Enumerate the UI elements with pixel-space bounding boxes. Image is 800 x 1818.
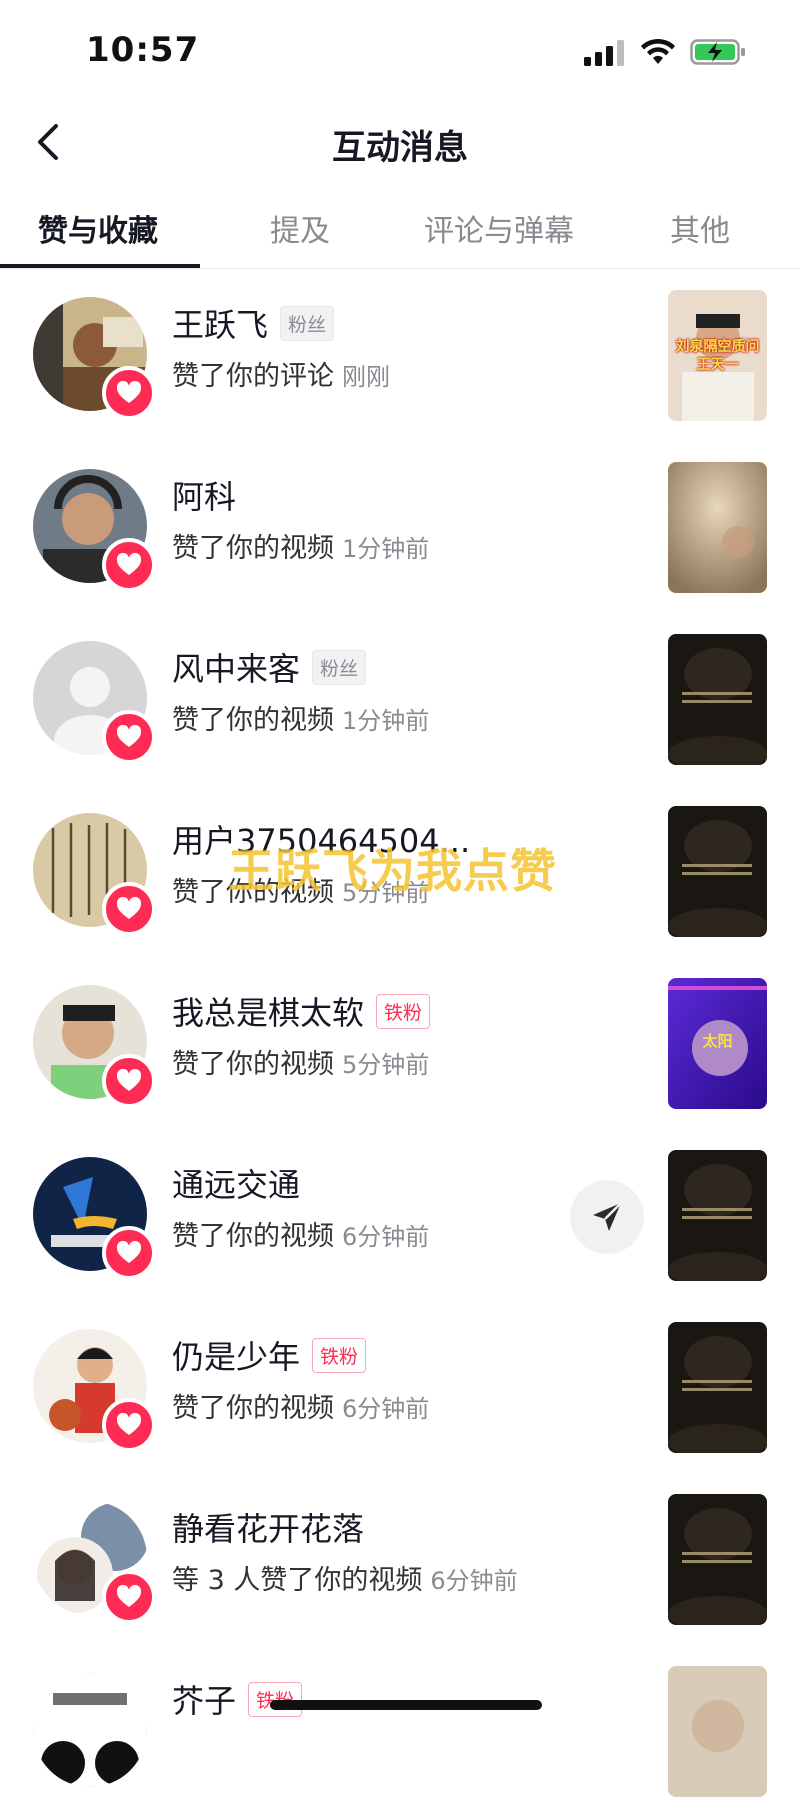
action-text: 赞了你的视频: [172, 533, 334, 564]
tab-bar: 赞与收藏 提及 评论与弹幕 其他: [0, 190, 800, 269]
video-thumbnail[interactable]: [668, 634, 767, 765]
list-item[interactable]: 我总是棋太软 铁粉 赞了你的视频 5分钟前 太阳: [0, 958, 800, 1130]
list-item[interactable]: 芥子 铁粉: [0, 1646, 800, 1818]
timestamp: 5分钟前: [342, 1051, 430, 1079]
timestamp: 刚刚: [342, 363, 390, 391]
iron-fan-badge: 铁粉: [312, 1337, 367, 1373]
video-thumbnail[interactable]: 太阳: [668, 978, 767, 1109]
action-text: 赞了你的视频: [172, 1393, 334, 1424]
list-item[interactable]: 阿科 赞了你的视频 1分钟前: [0, 442, 800, 614]
tab-comments-and-danmaku[interactable]: 评论与弹幕: [424, 206, 574, 250]
user-name[interactable]: 仍是少年: [172, 1332, 300, 1378]
action-text: 等 3 人赞了你的视频: [172, 1565, 423, 1596]
video-thumbnail[interactable]: [668, 1322, 767, 1453]
battery-charging-icon: [690, 39, 745, 65]
nav-bar: 互动消息: [0, 100, 800, 184]
tab-mentions[interactable]: 提及: [270, 206, 330, 250]
heart-icon: [102, 538, 156, 592]
status-time: 10:57: [86, 30, 200, 70]
action-text: 赞了你的评论: [172, 361, 334, 392]
video-thumbnail[interactable]: [668, 1666, 767, 1797]
user-name[interactable]: 芥子: [172, 1676, 236, 1722]
wifi-icon: [641, 38, 675, 64]
timestamp: 1分钟前: [342, 535, 430, 563]
action-text: 赞了你的视频: [172, 705, 334, 736]
user-name[interactable]: 静看花开花落: [172, 1504, 364, 1550]
send-button[interactable]: [570, 1180, 644, 1254]
send-icon: [593, 1202, 622, 1231]
video-thumbnail[interactable]: [668, 1150, 767, 1281]
avatar[interactable]: [33, 1673, 147, 1787]
user-name[interactable]: 王跃飞: [172, 300, 268, 346]
user-name[interactable]: 风中来客: [172, 644, 300, 690]
heart-icon: [102, 1570, 156, 1624]
fan-badge: 粉丝: [312, 649, 367, 685]
heart-icon: [102, 710, 156, 764]
timestamp: 6分钟前: [342, 1395, 430, 1423]
list-item[interactable]: 王跃飞 粉丝 赞了你的评论 刚刚 刘泉隔空质问 王天一: [0, 270, 800, 442]
user-name[interactable]: 我总是棋太软: [172, 988, 364, 1034]
signal-icon: [584, 40, 624, 66]
home-indicator[interactable]: [270, 1700, 542, 1710]
active-tab-indicator: [0, 264, 200, 268]
video-thumbnail[interactable]: [668, 806, 767, 937]
iron-fan-badge: 铁粉: [376, 993, 431, 1029]
thumbnail-caption: 刘泉隔空质问 王天一: [675, 339, 760, 373]
status-bar: 10:57: [0, 0, 800, 100]
thumbnail-caption: 太阳: [702, 1032, 733, 1050]
heart-icon: [102, 366, 156, 420]
video-thumbnail[interactable]: [668, 1494, 767, 1625]
page-title: 互动消息: [332, 128, 468, 168]
video-thumbnail[interactable]: [668, 462, 767, 593]
list-item[interactable]: 通远交通 赞了你的视频 6分钟前: [0, 1130, 800, 1302]
overlay-caption: 王跃飞为我点赞: [228, 844, 557, 898]
fan-badge: 粉丝: [280, 305, 335, 341]
user-name[interactable]: 阿科: [172, 472, 236, 518]
list-item[interactable]: 静看花开花落 等 3 人赞了你的视频 6分钟前: [0, 1474, 800, 1646]
heart-icon: [102, 882, 156, 936]
tab-other[interactable]: 其他: [670, 206, 730, 250]
tab-likes-and-favorites[interactable]: 赞与收藏: [38, 206, 158, 250]
list-item[interactable]: 风中来客 粉丝 赞了你的视频 1分钟前: [0, 614, 800, 786]
user-name[interactable]: 通远交通: [172, 1160, 300, 1206]
heart-icon: [102, 1226, 156, 1280]
heart-icon: [102, 1398, 156, 1452]
action-text: 赞了你的视频: [172, 1221, 334, 1252]
heart-icon: [102, 1054, 156, 1108]
list-item[interactable]: 仍是少年 铁粉 赞了你的视频 6分钟前: [0, 1302, 800, 1474]
timestamp: 6分钟前: [430, 1567, 518, 1595]
iron-fan-badge: 铁粉: [248, 1681, 303, 1717]
timestamp: 1分钟前: [342, 707, 430, 735]
video-thumbnail[interactable]: 刘泉隔空质问 王天一: [668, 290, 767, 421]
timestamp: 6分钟前: [342, 1223, 430, 1251]
action-text: 赞了你的视频: [172, 1049, 334, 1080]
